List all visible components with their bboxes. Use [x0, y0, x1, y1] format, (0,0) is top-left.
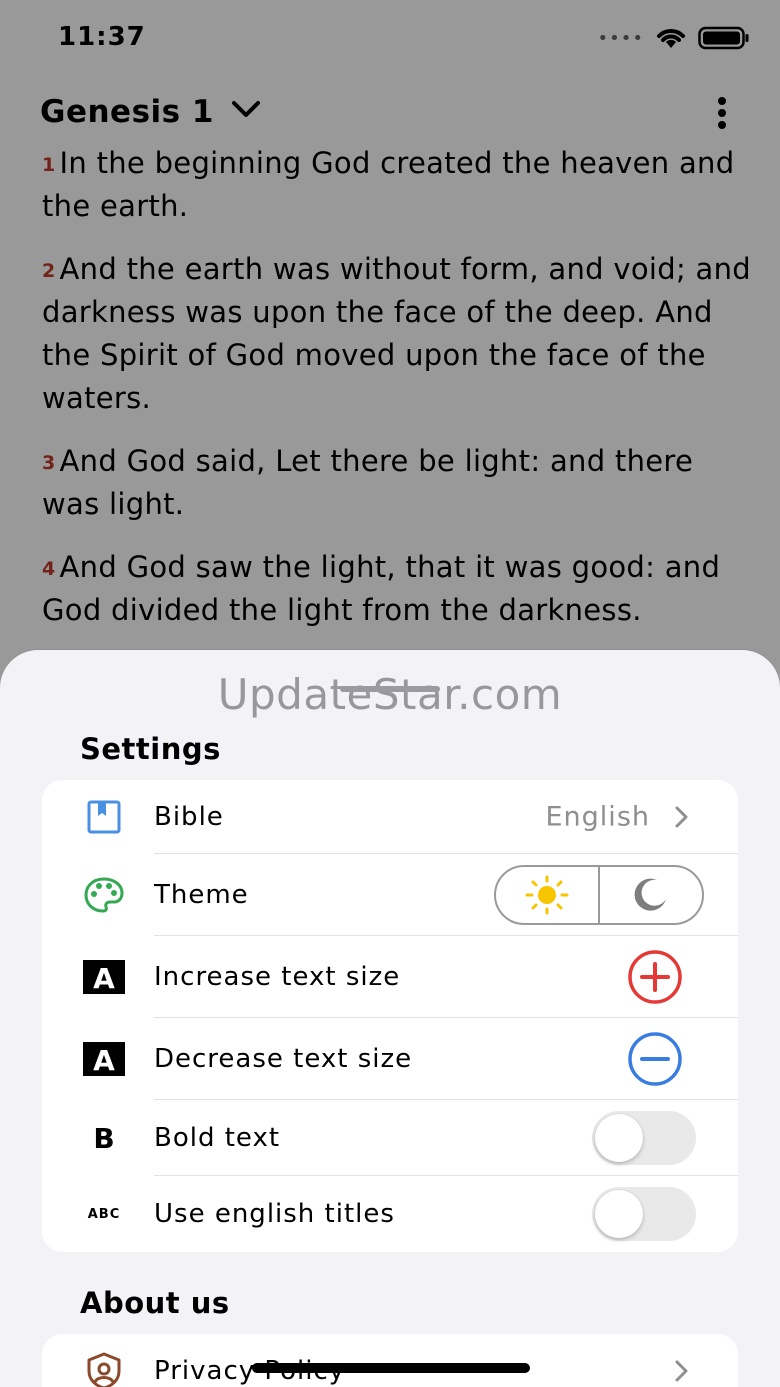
- setting-row-decrease-text: A Decrease text size: [42, 1018, 738, 1100]
- moon-icon: [634, 878, 666, 911]
- text-size-icon: A: [82, 955, 126, 999]
- text-size-icon: A: [82, 1037, 126, 1081]
- setting-label: Increase text size: [154, 962, 401, 992]
- chevron-right-icon: [675, 1360, 688, 1382]
- home-indicator[interactable]: [252, 1363, 530, 1373]
- abc-glyph: ABC: [87, 1206, 121, 1222]
- bold-glyph: B: [93, 1121, 115, 1155]
- shield-icon: [82, 1349, 126, 1387]
- setting-label: Bold text: [154, 1123, 281, 1153]
- setting-row-increase-text: A Increase text size: [42, 936, 738, 1018]
- watermark: UpdateStar.com: [217, 670, 563, 719]
- settings-sheet: UpdateStar.com Settings Bible English Th…: [0, 650, 780, 1387]
- plus-circle-icon[interactable]: [627, 949, 683, 1005]
- english-titles-switch[interactable]: [592, 1187, 696, 1241]
- text-size-glyph: A: [93, 962, 115, 994]
- setting-label: Use english titles: [154, 1199, 395, 1229]
- switch-knob: [595, 1190, 643, 1238]
- chevron-right-icon: [675, 806, 688, 828]
- setting-row-bold-text: B Bold text: [42, 1100, 738, 1176]
- settings-title: Settings: [80, 732, 221, 766]
- about-row-privacy[interactable]: Privacy Policy: [42, 1334, 738, 1387]
- theme-segmented-control: [494, 865, 704, 925]
- settings-card: Bible English Theme A Increase text size…: [42, 780, 738, 1252]
- setting-label: Bible: [154, 802, 224, 832]
- screen: 11:37 •••• Genesis 1 1 In the beginning …: [0, 0, 780, 1387]
- bold-text-switch[interactable]: [592, 1111, 696, 1165]
- sheet-grabber[interactable]: [340, 686, 440, 692]
- switch-knob: [595, 1114, 643, 1162]
- setting-row-theme: Theme: [42, 854, 738, 936]
- setting-label: Decrease text size: [154, 1044, 413, 1074]
- bold-icon: B: [82, 1116, 126, 1160]
- setting-label: Theme: [154, 880, 249, 910]
- about-card: Privacy Policy: [42, 1334, 738, 1387]
- light-theme-button[interactable]: [496, 867, 600, 923]
- setting-row-bible[interactable]: Bible English: [42, 780, 738, 854]
- palette-icon: [82, 873, 126, 917]
- setting-row-english-titles: ABC Use english titles: [42, 1176, 738, 1252]
- abc-icon: ABC: [82, 1192, 126, 1236]
- dark-theme-button[interactable]: [600, 867, 702, 923]
- about-title: About us: [80, 1286, 230, 1320]
- bible-language-value: English: [545, 801, 650, 833]
- minus-circle-icon[interactable]: [627, 1031, 683, 1087]
- book-icon: [82, 795, 126, 839]
- text-size-glyph: A: [93, 1044, 115, 1076]
- sun-icon: [525, 875, 569, 915]
